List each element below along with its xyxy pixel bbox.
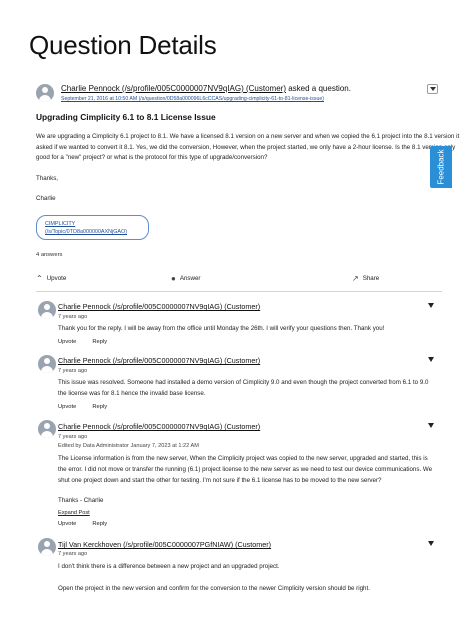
- question-author: Charlie Pennock (/s/profile/005C0000007N…: [61, 84, 351, 93]
- share-button[interactable]: ↗ Share: [352, 274, 379, 283]
- answer-count: 4 answers: [36, 252, 63, 258]
- feedback-tab[interactable]: Feedback: [430, 146, 452, 188]
- answer-timestamp: 7 years ago: [58, 551, 88, 557]
- topic-tag-path[interactable]: (/s/Topic/0TO8a000000AXNjGAO): [45, 228, 148, 236]
- answer-timestamp: 7 years ago: [58, 314, 88, 320]
- expand-post-link[interactable]: Expand Post: [58, 510, 90, 516]
- share-icon: ↗: [352, 274, 359, 283]
- avatar[interactable]: [38, 538, 56, 556]
- divider: [36, 291, 442, 292]
- answer-text: I don't think there is a difference betw…: [58, 563, 280, 570]
- answer-timestamp: 7 years ago: [58, 368, 88, 374]
- answer-author-link[interactable]: Tijl Van Kerckhoven (/s/profile/005C0000…: [58, 540, 271, 549]
- answer-signoff: Thanks - Charlie: [58, 497, 104, 504]
- answer-author-link[interactable]: Charlie Pennock (/s/profile/005C0000007N…: [58, 422, 260, 431]
- question-body-thanks: Thanks,: [36, 174, 59, 182]
- answer-menu-icon[interactable]: [428, 541, 434, 546]
- question-title: Upgrading Cimplicity 6.1 to 8.1 License …: [36, 112, 216, 122]
- comment-icon: ●: [171, 274, 176, 283]
- upvote-button[interactable]: ⌃ Upvote: [36, 274, 66, 283]
- answer-text: Open the project in the new version and …: [58, 585, 370, 592]
- avatar[interactable]: [38, 301, 56, 319]
- answer-upvote-link[interactable]: Upvote: [58, 339, 76, 345]
- answer-menu-icon[interactable]: [428, 423, 434, 428]
- avatar[interactable]: [38, 420, 56, 438]
- answer-text: This issue was resolved. Someone had ins…: [58, 379, 429, 397]
- topic-tag-name[interactable]: CIMPLICITY: [45, 220, 148, 228]
- avatar[interactable]: [36, 84, 54, 102]
- answer-reply-link[interactable]: Reply: [92, 339, 107, 345]
- answer-timestamp: 7 years ago: [58, 434, 88, 440]
- question-body-paragraph: We are upgrading a Cimplicity 6.1 projec…: [36, 133, 460, 161]
- feedback-label: Feedback: [436, 149, 446, 185]
- answer-label: Answer: [179, 275, 201, 282]
- answer-actions: Upvote Reply: [58, 521, 123, 527]
- avatar[interactable]: [38, 355, 56, 373]
- question-menu-button[interactable]: [427, 84, 438, 94]
- answer-upvote-link[interactable]: Upvote: [58, 521, 76, 527]
- question-body: We are upgrading a Cimplicity 6.1 projec…: [36, 132, 464, 215]
- answer-text: The License information is from the new …: [58, 455, 433, 484]
- answer-upvote-link[interactable]: Upvote: [58, 404, 76, 410]
- answer-actions: Upvote Reply: [58, 339, 123, 345]
- share-label: Share: [362, 275, 380, 282]
- answer-text: Thank you for the reply. I will be away …: [58, 325, 385, 332]
- question-date-link[interactable]: September 21, 2016 at 10:50 AM (/s/quest…: [61, 96, 324, 102]
- page-title: Question Details: [29, 30, 217, 60]
- answer-actions: Upvote Reply: [58, 404, 123, 410]
- answer-menu-icon[interactable]: [428, 357, 434, 362]
- answer-button[interactable]: ● Answer: [171, 274, 200, 283]
- answer-reply-link[interactable]: Reply: [92, 404, 107, 410]
- question-author-suffix: asked a question.: [286, 84, 351, 93]
- answer-author-link[interactable]: Charlie Pennock (/s/profile/005C0000007N…: [58, 302, 260, 311]
- answer-author-link[interactable]: Charlie Pennock (/s/profile/005C0000007N…: [58, 356, 260, 365]
- topic-tag[interactable]: CIMPLICITY (/s/Topic/0TO8a000000AXNjGAO): [36, 215, 149, 240]
- answer-edited-note: Edited by Data Administrator January 7, …: [58, 443, 199, 449]
- answer-reply-link[interactable]: Reply: [92, 521, 107, 527]
- upvote-label: Upvote: [46, 275, 67, 282]
- answer-menu-icon[interactable]: [428, 303, 434, 308]
- question-author-link[interactable]: Charlie Pennock (/s/profile/005C0000007N…: [61, 84, 286, 93]
- upvote-icon: ⌃: [36, 274, 43, 283]
- question-body-signature: Charlie: [36, 195, 56, 202]
